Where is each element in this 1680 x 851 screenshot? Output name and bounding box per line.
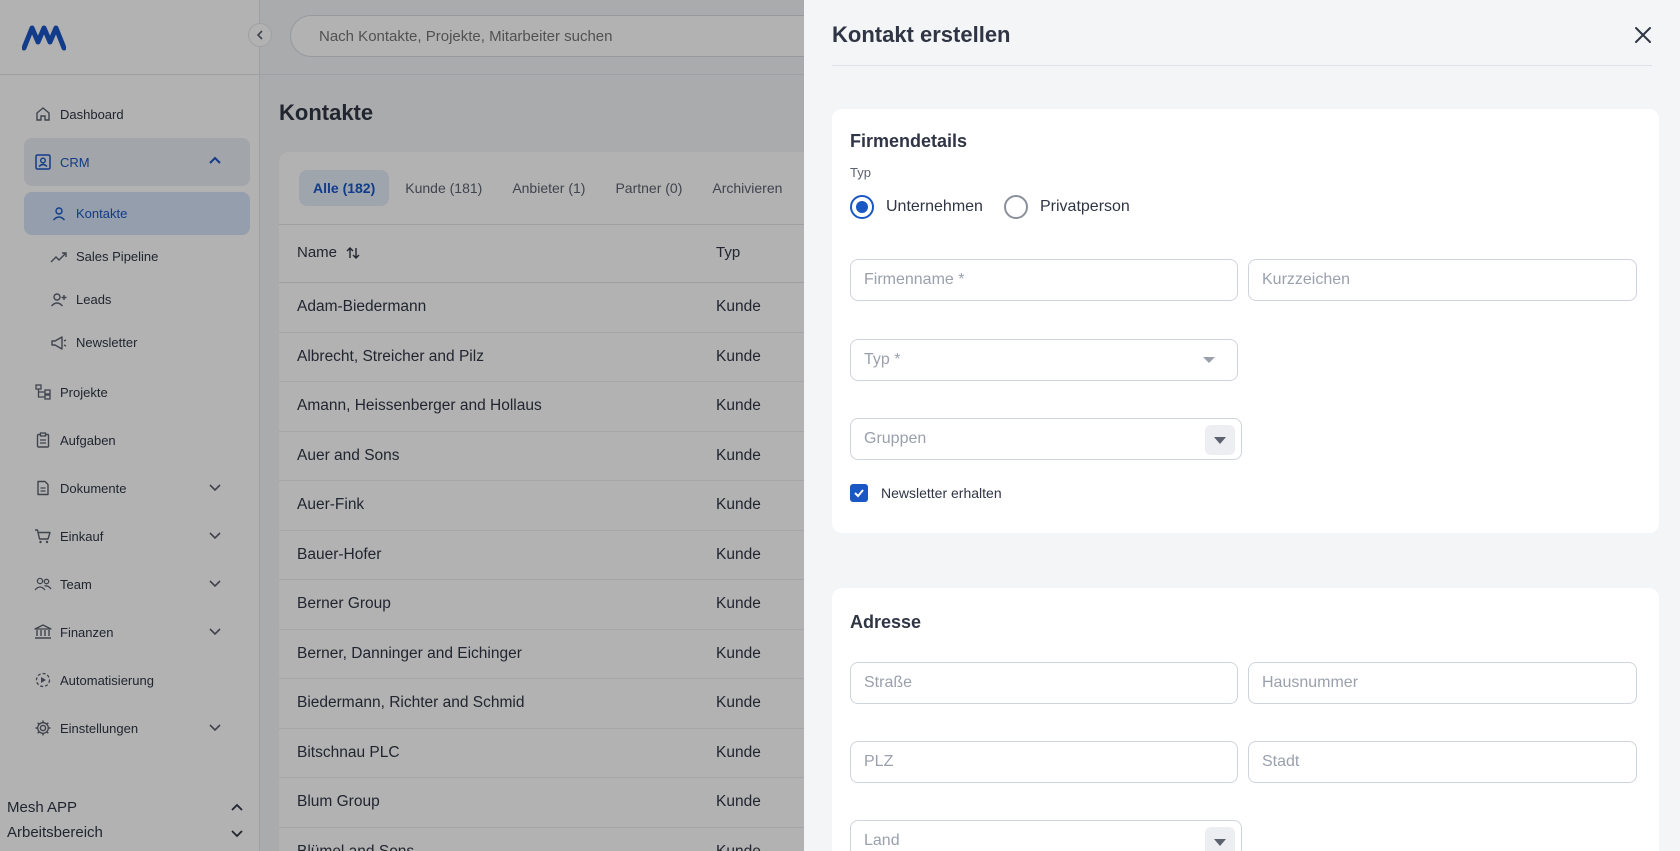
select-value: Typ * xyxy=(864,351,901,368)
caret-down-icon xyxy=(1214,436,1226,444)
dropdown-toggle[interactable] xyxy=(1205,425,1235,455)
radio-privatperson[interactable]: Privatperson xyxy=(1004,195,1130,219)
newsletter-checkbox[interactable]: Newsletter erhalten xyxy=(850,484,1002,502)
hausnummer-input[interactable] xyxy=(1248,662,1637,704)
land-select[interactable]: Land xyxy=(850,820,1242,851)
chevron-down-icon xyxy=(1203,357,1215,363)
typ-label: Typ xyxy=(850,165,871,180)
select-value: Land xyxy=(864,832,900,849)
radio-label: Privatperson xyxy=(1040,198,1130,215)
checkbox-label: Newsletter erhalten xyxy=(881,485,1002,501)
typ-select[interactable]: Typ * xyxy=(850,339,1238,381)
section-title: Adresse xyxy=(850,612,922,632)
section-title: Firmendetails xyxy=(850,131,968,151)
section-firmendetails: Firmendetails Typ Unternehmen Privatpers… xyxy=(832,109,1659,533)
drawer-divider xyxy=(832,65,1652,66)
stadt-input[interactable] xyxy=(1248,741,1637,783)
checkbox-checked-icon xyxy=(850,484,868,502)
radio-checked-icon xyxy=(850,195,874,219)
section-adresse: Adresse Land xyxy=(832,588,1659,851)
gruppen-select[interactable]: Gruppen xyxy=(850,418,1242,460)
firmenname-input[interactable] xyxy=(850,259,1238,301)
dropdown-toggle[interactable] xyxy=(1205,827,1235,851)
kurzzeichen-input[interactable] xyxy=(1248,259,1637,301)
select-value: Gruppen xyxy=(864,430,927,447)
strasse-input[interactable] xyxy=(850,662,1238,704)
close-button[interactable] xyxy=(1630,22,1656,48)
radio-unternehmen[interactable]: Unternehmen xyxy=(850,195,983,219)
plz-input[interactable] xyxy=(850,741,1238,783)
create-contact-drawer: Kontakt erstellen Firmendetails Typ Unte… xyxy=(804,0,1680,851)
modal-backdrop[interactable] xyxy=(0,0,804,851)
radio-unchecked-icon xyxy=(1004,195,1028,219)
radio-label: Unternehmen xyxy=(886,198,983,215)
caret-down-icon xyxy=(1214,838,1226,846)
drawer-title: Kontakt erstellen xyxy=(832,22,1011,47)
close-icon xyxy=(1635,27,1651,43)
